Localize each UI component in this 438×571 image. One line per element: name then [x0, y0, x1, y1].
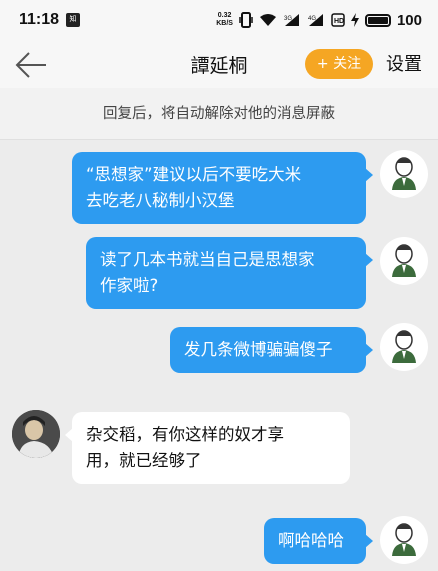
message-text: 去吃老八秘制小汉堡 — [86, 191, 235, 210]
back-arrow-icon — [15, 52, 46, 78]
zhihu-notification-icon: 知 — [66, 13, 80, 27]
charging-icon — [350, 13, 359, 27]
network-speed-unit: KB/S — [216, 20, 233, 27]
message-text: 发几条微博骗骗傻子 — [184, 340, 333, 359]
message-text: 用，就已经够了 — [86, 451, 202, 470]
message-bubble-sent[interactable]: 啊哈哈哈 — [264, 518, 373, 564]
status-time: 11:18 — [19, 11, 60, 28]
battery-level: 100 — [396, 11, 422, 29]
message-text: 读了几本书就当自己是思想家 — [100, 250, 315, 269]
user-avatar-icon — [392, 523, 416, 556]
back-button[interactable] — [14, 49, 48, 81]
hd-icon: HD — [331, 13, 345, 27]
wifi-icon — [259, 14, 276, 26]
avatar[interactable] — [380, 516, 428, 564]
settings-button[interactable]: 设置 — [386, 50, 422, 76]
network-speed-value: 0.32 — [217, 12, 232, 19]
avatar[interactable] — [380, 150, 428, 198]
vibrate-icon — [239, 12, 253, 28]
user-avatar-icon — [392, 244, 416, 277]
block-notice: 回复后，将自动解除对他的消息屏蔽 — [0, 88, 438, 140]
message-bubble-sent[interactable]: “思想家”建议以后不要吃大米 去吃老八秘制小汉堡 — [72, 152, 373, 224]
battery-icon — [364, 13, 391, 27]
user-avatar-icon — [392, 330, 416, 363]
signal-4g-icon: 4G — [308, 14, 323, 26]
follow-button[interactable]: + 关注 — [305, 49, 373, 79]
message-text: 杂交稻，有你这样的奴才享 — [86, 425, 284, 444]
status-bar: 11:18 知 0.32 KB/S 3G 4G HD 100 — [0, 0, 438, 42]
message-text: “思想家”建议以后不要吃大米 — [86, 165, 302, 184]
status-icons: 0.32 KB/S 3G 4G HD 100 — [216, 10, 422, 30]
svg-text:3G: 3G — [284, 16, 292, 22]
network-speed: 0.32 KB/S — [216, 12, 233, 28]
message-bubble-sent[interactable]: 发几条微博骗骗傻子 — [170, 327, 373, 373]
avatar[interactable] — [12, 410, 60, 458]
user-avatar-icon — [392, 157, 416, 190]
svg-text:HD: HD — [334, 18, 344, 25]
message-text: 作家啦? — [100, 276, 159, 295]
nav-bar: 譚延桐 + 关注 设置 — [0, 42, 438, 88]
contact-avatar-icon — [12, 410, 60, 458]
message-bubble-received[interactable]: 杂交稻，有你这样的奴才享 用，就已经够了 — [65, 412, 350, 484]
message-text: 啊哈哈哈 — [278, 531, 344, 550]
avatar[interactable] — [380, 323, 428, 371]
message-bubble-sent[interactable]: 读了几本书就当自己是思想家 作家啦? — [86, 237, 373, 309]
signal-3g-icon: 3G — [284, 14, 299, 26]
avatar[interactable] — [380, 237, 428, 285]
svg-text:4G: 4G — [308, 16, 316, 22]
